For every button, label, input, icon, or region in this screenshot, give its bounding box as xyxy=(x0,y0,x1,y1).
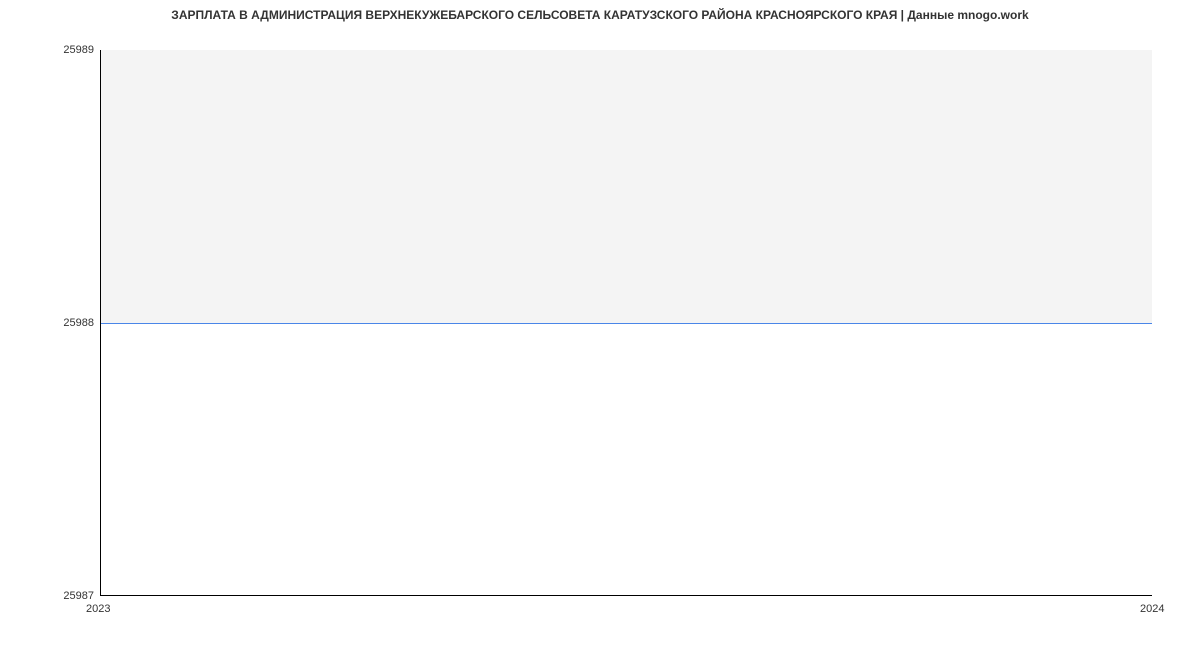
chart-title: ЗАРПЛАТА В АДМИНИСТРАЦИЯ ВЕРХНЕКУЖЕБАРСК… xyxy=(0,8,1200,22)
y-tick-label: 25989 xyxy=(63,44,94,56)
plot-area xyxy=(100,50,1152,596)
y-tick-label: 25987 xyxy=(63,590,94,602)
data-line xyxy=(101,323,1152,324)
y-tick-label: 25988 xyxy=(63,317,94,329)
grid-band xyxy=(101,50,1152,323)
x-tick-label: 2024 xyxy=(1140,603,1164,615)
x-tick-label: 2023 xyxy=(86,603,110,615)
